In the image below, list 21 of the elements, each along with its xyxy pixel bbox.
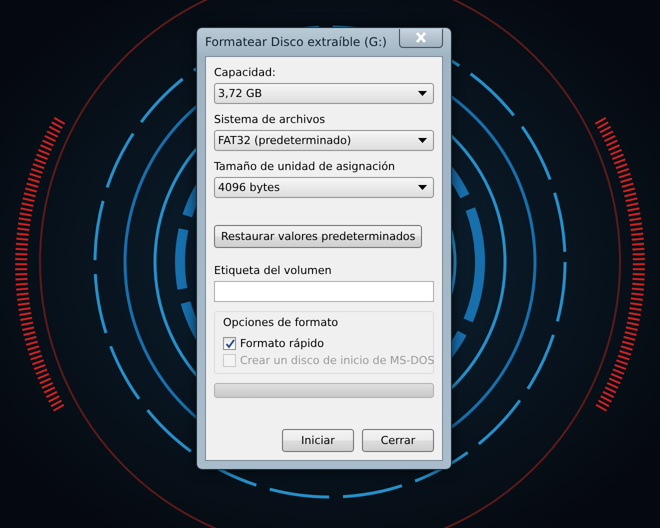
caret-icon bbox=[418, 91, 427, 96]
close-button[interactable] bbox=[399, 28, 443, 48]
group-title: Opciones de formato bbox=[223, 316, 340, 329]
checkbox-label: Crear un disco de inicio de MS-DOS bbox=[240, 354, 434, 367]
checkbox-label: Formato rápido bbox=[240, 337, 324, 350]
field-label: Etiqueta del volumen bbox=[214, 264, 333, 277]
volume-label-field[interactable] bbox=[214, 281, 434, 302]
dropdown[interactable]: FAT32 (predeterminado) bbox=[214, 130, 434, 151]
close-icon bbox=[415, 32, 427, 43]
window-title: Formatear Disco extraíble (G:) bbox=[205, 35, 387, 49]
field-label: Tamaño de unidad de asignación bbox=[214, 160, 396, 173]
dialog-button[interactable]: Cerrar bbox=[362, 429, 434, 452]
dropdown[interactable]: 3,72 GB bbox=[214, 83, 434, 104]
caret-icon bbox=[418, 185, 427, 190]
field-label: Sistema de archivos bbox=[214, 113, 326, 126]
dialog-button[interactable]: Iniciar bbox=[282, 429, 354, 452]
caret-icon bbox=[418, 138, 427, 143]
restore-defaults-button[interactable]: Restaurar valores predeterminados bbox=[214, 225, 422, 248]
dropdown[interactable]: 4096 bytes bbox=[214, 177, 434, 198]
checkbox[interactable] bbox=[223, 337, 236, 350]
field-label: Capacidad: bbox=[214, 66, 277, 79]
